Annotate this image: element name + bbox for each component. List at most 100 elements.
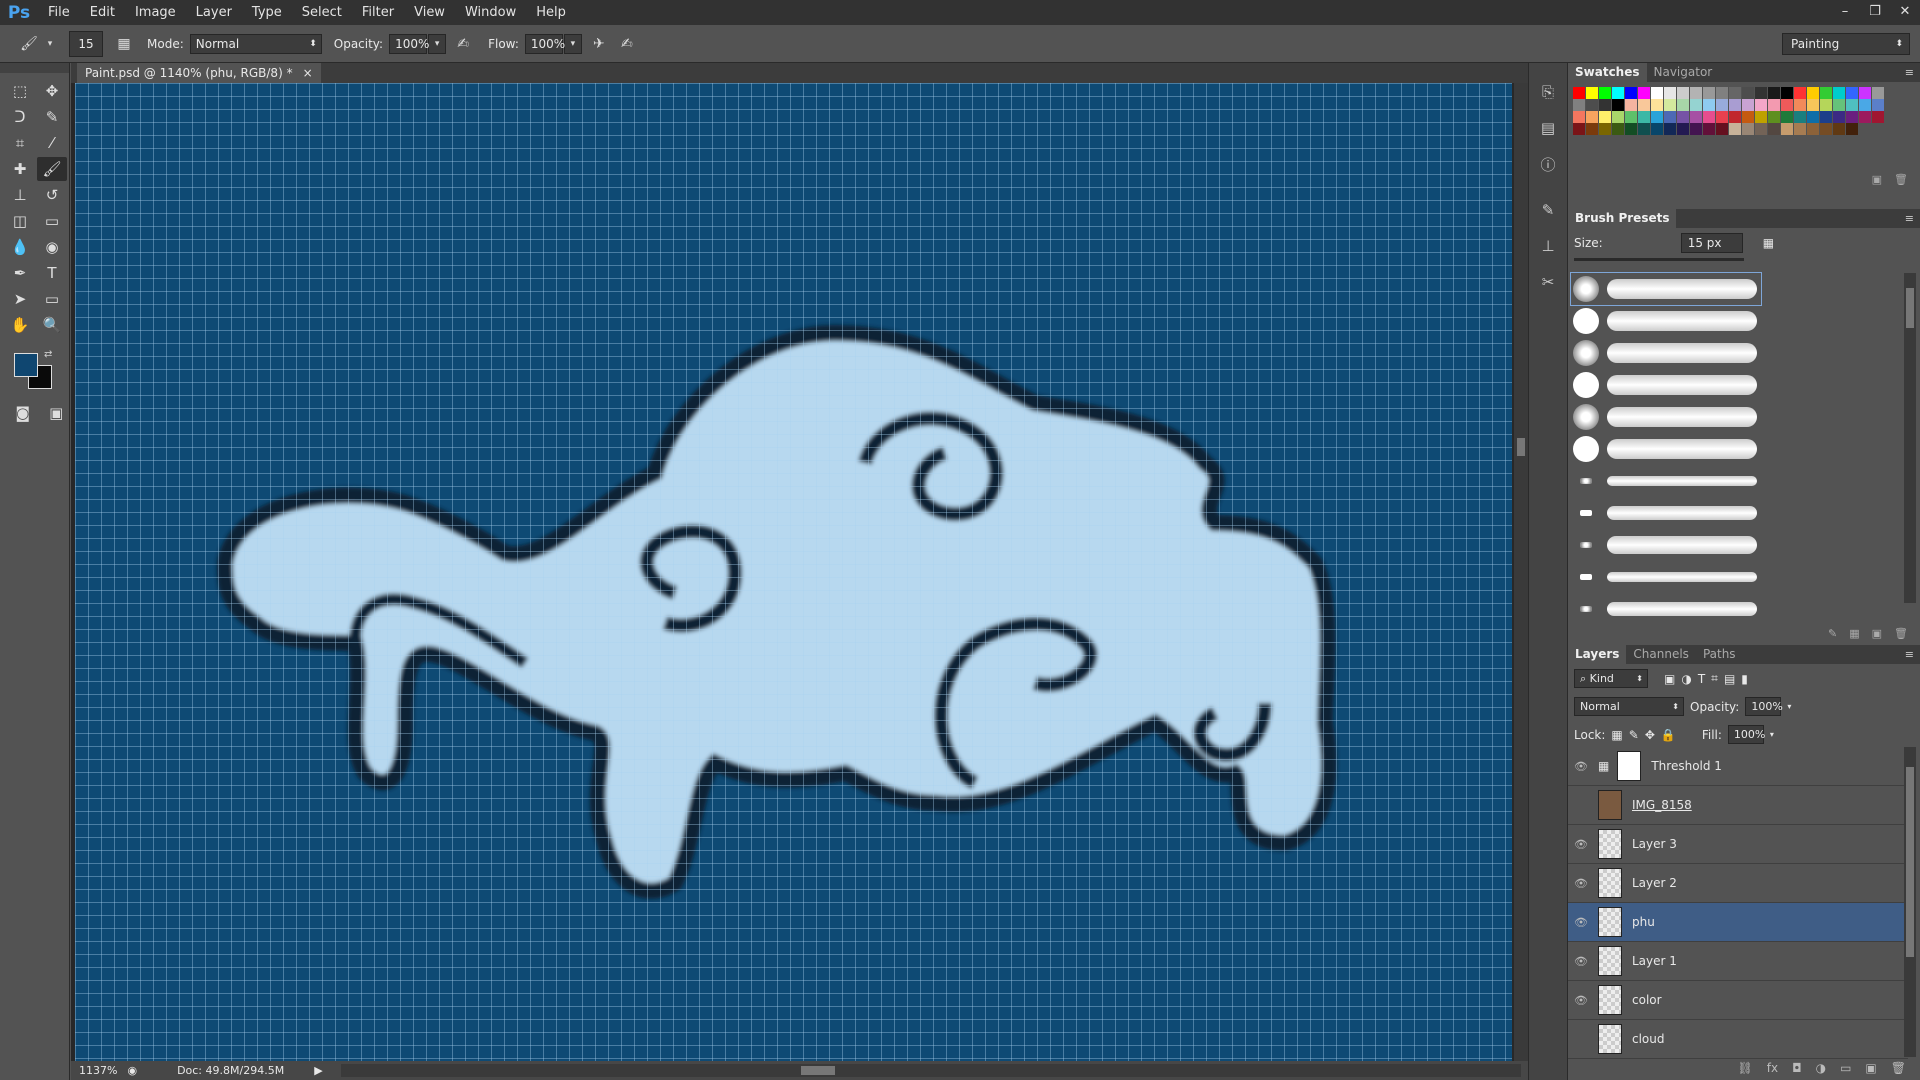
layer-row[interactable]: cloud <box>1568 1020 1908 1059</box>
canvas-vertical-scrollbar[interactable] <box>1514 83 1528 1061</box>
layers-menu-icon[interactable]: ≡ <box>1905 645 1914 664</box>
swatch[interactable] <box>1651 123 1663 135</box>
zoom-level[interactable]: 1137% <box>79 1064 117 1077</box>
workspace-select[interactable]: Painting ⬍ <box>1782 33 1910 55</box>
brush-preset[interactable] <box>1571 401 1761 433</box>
swatch[interactable] <box>1820 111 1832 123</box>
swatch[interactable] <box>1755 123 1767 135</box>
lasso-icon[interactable]: ᑐ <box>5 105 35 129</box>
hand-icon[interactable]: ✋ <box>5 313 35 337</box>
new-brush-icon[interactable]: ▣ <box>1872 627 1882 640</box>
swatch[interactable] <box>1638 123 1650 135</box>
history-icon[interactable]: ⎘ <box>1533 77 1563 107</box>
swatch[interactable] <box>1612 87 1624 99</box>
layers-scroll-thumb[interactable] <box>1906 767 1914 957</box>
adjustment-layer-icon[interactable]: ◑ <box>1816 1061 1826 1075</box>
swatch[interactable] <box>1638 99 1650 111</box>
swatch[interactable] <box>1794 87 1806 99</box>
vscroll-thumb[interactable] <box>1517 438 1525 456</box>
brush-preset[interactable] <box>1571 337 1761 369</box>
swatches-menu-icon[interactable]: ≡ <box>1905 63 1914 82</box>
swatch[interactable] <box>1755 111 1767 123</box>
swatch[interactable] <box>1833 111 1845 123</box>
swatch[interactable] <box>1794 99 1806 111</box>
swatch[interactable] <box>1742 111 1754 123</box>
layer-row[interactable]: 👁 Layer 3 <box>1568 825 1908 864</box>
swatch[interactable] <box>1846 123 1858 135</box>
lock-transparent-icon[interactable]: ▦ <box>1611 728 1622 742</box>
quick-select-icon[interactable]: ✎ <box>37 105 67 129</box>
filter-type-icon[interactable]: T <box>1698 672 1705 686</box>
swatch[interactable] <box>1729 123 1741 135</box>
brush-grid-icon[interactable]: ▦ <box>1849 627 1859 640</box>
swatch[interactable] <box>1872 111 1884 123</box>
menu-help[interactable]: Help <box>526 0 576 25</box>
swatch[interactable] <box>1573 123 1585 135</box>
swatch[interactable] <box>1625 111 1637 123</box>
toolbox-grip[interactable] <box>0 63 69 73</box>
delete-brush-icon[interactable]: 🗑 <box>1894 627 1908 640</box>
layer-row[interactable]: IMG_8158 <box>1568 786 1908 825</box>
restore-button[interactable]: ❐ <box>1860 0 1890 22</box>
swatch[interactable] <box>1586 111 1598 123</box>
status-menu-arrow[interactable]: ▶ <box>314 1064 322 1077</box>
filter-toggle-icon[interactable]: ▮ <box>1741 672 1748 686</box>
swatch[interactable] <box>1586 123 1598 135</box>
flow-input[interactable]: 100% <box>524 33 565 54</box>
swatch[interactable] <box>1755 87 1767 99</box>
shape-icon[interactable]: ▭ <box>37 287 67 311</box>
lock-all-icon[interactable]: 🔒 <box>1661 728 1676 742</box>
actions-icon[interactable]: ▤ <box>1533 113 1563 143</box>
swatch[interactable] <box>1638 87 1650 99</box>
new-group-icon[interactable]: ▭ <box>1840 1061 1851 1075</box>
swatch[interactable] <box>1833 87 1845 99</box>
delete-swatch-icon[interactable]: 🗑 <box>1894 173 1908 186</box>
swatch[interactable] <box>1833 99 1845 111</box>
swatch[interactable] <box>1820 99 1832 111</box>
swatch[interactable] <box>1703 123 1715 135</box>
visibility-eye-icon[interactable]: 👁 <box>1568 877 1594 890</box>
swatch[interactable] <box>1833 123 1845 135</box>
swatch[interactable] <box>1599 99 1611 111</box>
swatch[interactable] <box>1573 87 1585 99</box>
swatch[interactable] <box>1846 99 1858 111</box>
swatch[interactable] <box>1781 87 1793 99</box>
menu-window[interactable]: Window <box>455 0 526 25</box>
healing-icon[interactable]: ✚ <box>5 157 35 181</box>
swatch[interactable] <box>1677 99 1689 111</box>
swatch[interactable] <box>1872 99 1884 111</box>
swatch[interactable] <box>1729 87 1741 99</box>
visibility-eye-icon[interactable]: 👁 <box>1568 760 1594 773</box>
swatch[interactable] <box>1586 99 1598 111</box>
blend-mode-select[interactable]: Normal ⬍ <box>1574 697 1684 716</box>
brush-size-picker[interactable]: 15 <box>69 30 103 57</box>
document-tab[interactable]: Paint.psd @ 1140% (phu, RGB/8) * × <box>77 63 321 83</box>
layer-row[interactable]: 👁 phu <box>1568 903 1908 942</box>
brush-preset[interactable] <box>1571 305 1761 337</box>
swatch[interactable] <box>1677 123 1689 135</box>
airbrush-icon[interactable]: ✈ <box>588 33 610 55</box>
delete-layer-icon[interactable]: 🗑 <box>1891 1061 1906 1075</box>
tab-layers[interactable]: Layers <box>1568 645 1627 664</box>
tab-swatches[interactable]: Swatches <box>1568 63 1647 82</box>
menu-file[interactable]: File <box>38 0 80 25</box>
swatch[interactable] <box>1612 99 1624 111</box>
hscroll-thumb[interactable] <box>801 1066 835 1075</box>
brush-size-slider[interactable] <box>1574 258 1744 261</box>
visibility-eye-icon[interactable]: 👁 <box>1568 994 1594 1007</box>
move-icon[interactable]: ✥ <box>37 79 67 103</box>
swatch[interactable] <box>1690 87 1702 99</box>
brush-preset[interactable] <box>1571 561 1761 593</box>
swatch[interactable] <box>1716 123 1728 135</box>
path-select-icon[interactable]: ➤ <box>5 287 35 311</box>
clone-source-icon[interactable]: ⊥ <box>1533 231 1563 261</box>
swatch[interactable] <box>1599 87 1611 99</box>
swatch[interactable] <box>1651 99 1663 111</box>
new-swatch-icon[interactable]: ▣ <box>1872 173 1882 186</box>
gradient-icon[interactable]: ▭ <box>37 209 67 233</box>
swatch[interactable] <box>1846 87 1858 99</box>
swatch[interactable] <box>1625 87 1637 99</box>
pressure-opacity-icon[interactable]: ✍ <box>452 33 474 55</box>
minimize-button[interactable]: – <box>1830 0 1860 22</box>
swatch[interactable] <box>1690 111 1702 123</box>
